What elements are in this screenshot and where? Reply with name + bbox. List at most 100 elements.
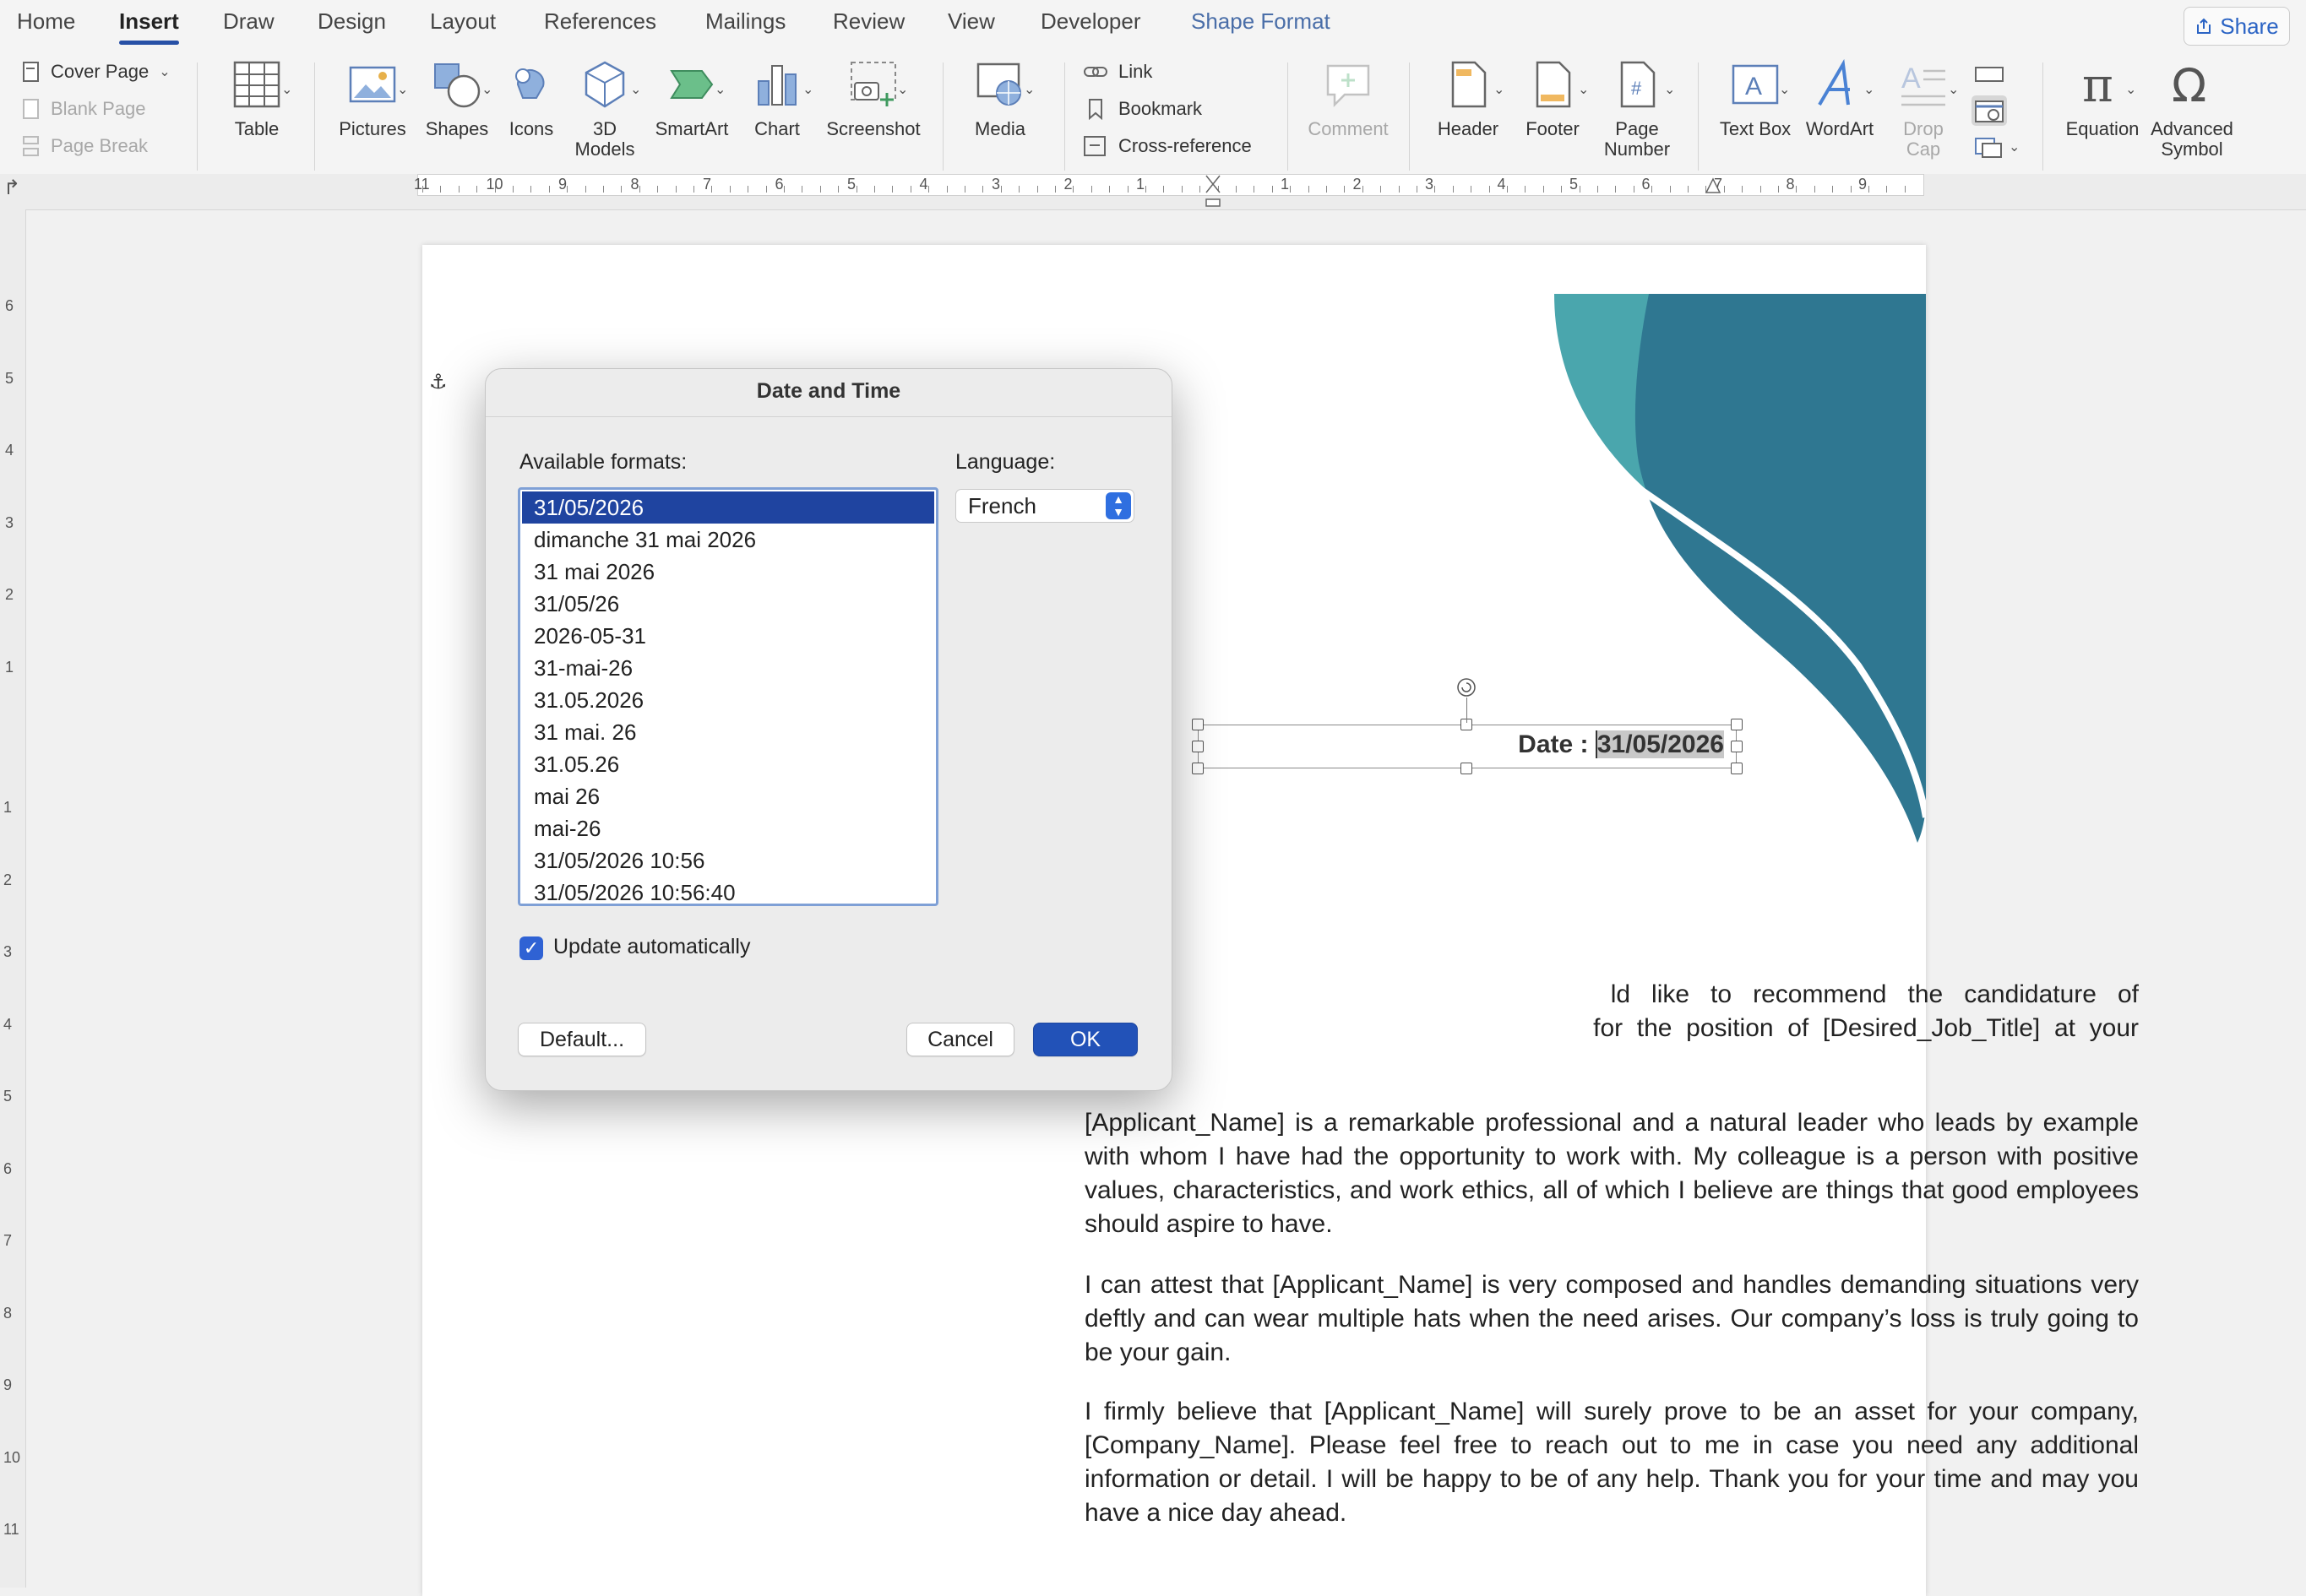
- resize-handle[interactable]: [1731, 763, 1743, 774]
- pictures-button[interactable]: Pictures: [331, 59, 414, 139]
- drop-cap-button[interactable]: A Drop Cap: [1884, 59, 1963, 160]
- cross-reference-button[interactable]: Cross-reference: [1083, 135, 1252, 157]
- paragraph-1-line-2[interactable]: for the position of [Desired_Job_Title] …: [1085, 1012, 2139, 1045]
- tab-references[interactable]: References: [544, 8, 656, 35]
- tab-developer[interactable]: Developer: [1041, 8, 1141, 35]
- indent-marker-icon[interactable]: [1203, 174, 1223, 209]
- footer-label: Footer: [1526, 118, 1580, 139]
- chevron-down-icon[interactable]: ⌄: [2125, 81, 2136, 98]
- chevron-down-icon[interactable]: ⌄: [397, 81, 408, 98]
- horizontal-ruler[interactable]: ↱ 11 10 9 8 7 6 5 4 3 2 1 1 2 3 4 5 6 7 8 9: [0, 174, 2306, 210]
- tab-draw[interactable]: Draw: [223, 8, 275, 35]
- equation-button[interactable]: π Equation: [2058, 58, 2147, 139]
- format-option[interactable]: 31/05/2026 10:56: [520, 844, 936, 877]
- chevron-down-icon[interactable]: ⌄: [630, 81, 641, 98]
- share-button[interactable]: Share: [2184, 7, 2290, 46]
- paragraph-4[interactable]: I firmly believe that [Applicant_Name] w…: [1085, 1395, 2139, 1530]
- smartart-button[interactable]: SmartArt: [647, 59, 737, 139]
- resize-handle[interactable]: [1731, 719, 1743, 730]
- default-button[interactable]: Default...: [518, 1023, 646, 1056]
- format-option[interactable]: mai 26: [520, 780, 936, 812]
- comment-button[interactable]: Comment: [1304, 59, 1392, 139]
- tab-shape-format[interactable]: Shape Format: [1191, 8, 1330, 35]
- signature-line-button[interactable]: [1970, 62, 2009, 90]
- format-option[interactable]: 31/05/2026: [522, 491, 934, 524]
- ruler-tick: [1904, 186, 1906, 193]
- chevron-down-icon[interactable]: ⌄: [897, 81, 908, 98]
- tab-layout[interactable]: Layout: [430, 8, 496, 35]
- chevron-down-icon[interactable]: ⌄: [281, 81, 292, 98]
- paragraph-1-line-1[interactable]: ld like to recommend the candidature of: [1085, 978, 2139, 1012]
- tab-review[interactable]: Review: [833, 8, 905, 35]
- paragraph-3[interactable]: I can attest that [Applicant_Name] is ve…: [1085, 1268, 2139, 1370]
- chevron-down-icon[interactable]: ⌄: [1024, 81, 1035, 98]
- chevron-down-icon[interactable]: ⌄: [1779, 81, 1790, 98]
- date-time-button[interactable]: [1970, 95, 2009, 131]
- ruler-tick: [1163, 186, 1165, 193]
- date-line[interactable]: Date : 31/05/2026: [1518, 730, 1724, 759]
- select-stepper-icon[interactable]: ▲ ▼: [1106, 492, 1131, 519]
- page-break-button[interactable]: Page Break: [22, 135, 148, 157]
- chevron-down-icon[interactable]: ⌄: [1578, 81, 1589, 98]
- chevron-down-icon[interactable]: ⌄: [802, 81, 813, 98]
- resize-handle[interactable]: [1192, 763, 1204, 774]
- right-indent-marker-icon[interactable]: [1703, 176, 1723, 196]
- footer-button[interactable]: Footer: [1512, 59, 1593, 139]
- 3d-models-button[interactable]: 3D Models: [568, 59, 642, 160]
- resize-handle[interactable]: [1460, 763, 1472, 774]
- paragraph-2[interactable]: [Applicant_Name] is a remarkable profess…: [1085, 1106, 2139, 1241]
- chart-button[interactable]: Chart: [738, 59, 816, 139]
- icons-button[interactable]: Icons: [500, 59, 563, 139]
- table-button[interactable]: Table: [213, 59, 301, 139]
- format-option[interactable]: dimanche 31 mai 2026: [520, 524, 936, 556]
- bookmark-button[interactable]: Bookmark: [1083, 98, 1202, 120]
- tab-mailings[interactable]: Mailings: [705, 8, 786, 35]
- chevron-down-icon[interactable]: ⌄: [2009, 138, 2020, 155]
- format-option[interactable]: 31 mai. 26: [520, 716, 936, 748]
- chevron-down-icon[interactable]: ⌄: [481, 81, 492, 98]
- resize-handle[interactable]: [1192, 741, 1204, 752]
- format-option[interactable]: 31.05.2026: [520, 684, 936, 716]
- chevron-down-icon[interactable]: ⌄: [1664, 81, 1675, 98]
- chevron-down-icon[interactable]: ⌄: [715, 81, 726, 98]
- resize-handle[interactable]: [1192, 719, 1204, 730]
- format-option[interactable]: 31 mai 2026: [520, 556, 936, 588]
- page-number-button[interactable]: # Page Number: [1596, 59, 1678, 160]
- tab-home[interactable]: Home: [17, 8, 75, 35]
- shapes-button[interactable]: Shapes: [417, 59, 497, 139]
- wordart-button[interactable]: WordArt: [1797, 58, 1882, 139]
- text-box-button[interactable]: A Text Box: [1711, 59, 1799, 139]
- blank-page-button[interactable]: Blank Page: [22, 98, 146, 120]
- format-option[interactable]: 31-mai-26: [520, 652, 936, 684]
- cover-page-button[interactable]: Cover Page ⌄: [22, 61, 171, 83]
- object-button[interactable]: [1970, 135, 2009, 163]
- date-field[interactable]: 31/05/2026: [1595, 730, 1724, 758]
- format-option[interactable]: 2026-05-31: [520, 620, 936, 652]
- link-button[interactable]: Link: [1083, 61, 1152, 83]
- tab-view[interactable]: View: [948, 8, 995, 35]
- tab-insert[interactable]: Insert: [119, 8, 179, 45]
- formats-list[interactable]: 31/05/2026 dimanche 31 mai 2026 31 mai 202…: [518, 487, 938, 906]
- ok-button[interactable]: OK: [1033, 1023, 1138, 1056]
- header-button[interactable]: Header: [1428, 59, 1509, 139]
- advanced-symbol-button[interactable]: Ω Advanced Symbol: [2146, 59, 2238, 160]
- tab-design[interactable]: Design: [318, 8, 386, 35]
- chevron-down-icon[interactable]: ⌄: [1493, 81, 1504, 98]
- media-button[interactable]: Media: [960, 59, 1041, 139]
- cancel-button[interactable]: Cancel: [906, 1023, 1014, 1056]
- format-option[interactable]: 31.05.26: [520, 748, 936, 780]
- update-automatically-label[interactable]: Update automatically: [553, 935, 750, 959]
- resize-handle[interactable]: [1731, 741, 1743, 752]
- screenshot-button[interactable]: Screenshot: [821, 59, 926, 139]
- update-automatically-checkbox[interactable]: ✓: [519, 936, 543, 960]
- vertical-ruler[interactable]: 6 5 4 3 2 1 1 2 3 4 5 6 7 8 9 10 11: [0, 209, 26, 1588]
- ruler-tick: [1886, 186, 1888, 193]
- rotate-handle-icon[interactable]: [1455, 676, 1478, 699]
- language-select[interactable]: French ▲ ▼: [955, 489, 1134, 523]
- chevron-down-icon[interactable]: ⌄: [1863, 81, 1874, 98]
- tab-selector-icon[interactable]: ↱: [3, 176, 20, 200]
- chevron-down-icon[interactable]: ⌄: [1948, 81, 1959, 98]
- format-option[interactable]: mai-26: [520, 812, 936, 844]
- format-option[interactable]: 31/05/2026 10:56:40: [520, 877, 936, 904]
- format-option[interactable]: 31/05/26: [520, 588, 936, 620]
